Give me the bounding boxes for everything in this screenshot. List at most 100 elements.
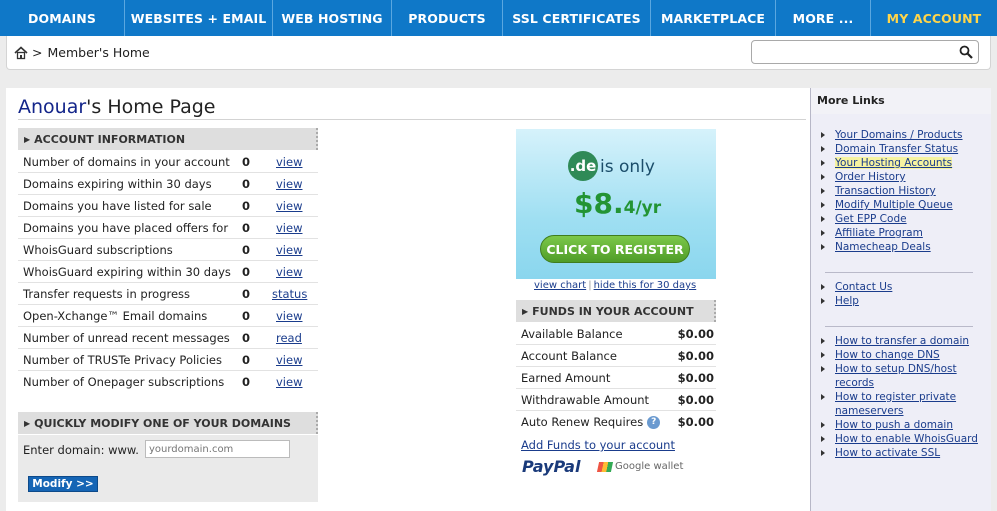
- table-row: Domains expiring within 30 days 0 view: [18, 173, 318, 195]
- fund-amount: $0.00: [677, 327, 714, 341]
- row-action-link[interactable]: view: [276, 199, 302, 213]
- nav-more[interactable]: MORE ...: [776, 0, 871, 36]
- account-info-header: ▶ ACCOUNT INFORMATION: [18, 128, 318, 150]
- fund-label: Auto Renew Requires?: [521, 415, 661, 429]
- row-action-link[interactable]: view: [276, 221, 302, 235]
- row-label: Transfer requests in progress: [23, 286, 191, 301]
- bullet-icon: [821, 160, 825, 166]
- help-icon[interactable]: ?: [647, 416, 661, 429]
- modify-button[interactable]: Modify >>: [28, 476, 98, 492]
- row-action-link[interactable]: view: [276, 309, 302, 323]
- row-action-link[interactable]: view: [276, 353, 302, 367]
- table-row: Auto Renew Requires? $0.00: [516, 411, 716, 433]
- bullet-icon: [821, 244, 825, 250]
- view-chart-link[interactable]: view chart: [534, 280, 586, 291]
- sidebar-link[interactable]: Help: [821, 294, 892, 308]
- search-input[interactable]: [751, 40, 979, 64]
- fund-label-text: Auto Renew Requires: [521, 415, 644, 429]
- bullet-icon: [821, 284, 825, 290]
- sidebar-link[interactable]: How to transfer a domain: [821, 334, 986, 348]
- funds-table: Available Balance $0.00 Account Balance $0…: [516, 323, 716, 433]
- sidebar-link[interactable]: How to push a domain: [821, 418, 986, 432]
- fund-amount: $0.00: [677, 371, 714, 385]
- fund-label: Available Balance: [521, 327, 623, 341]
- google-wallet-icon: [596, 461, 614, 472]
- nav-products[interactable]: PRODUCTS: [392, 0, 503, 36]
- add-funds-link[interactable]: Add Funds to your account: [521, 438, 675, 452]
- fund-label: Earned Amount: [521, 371, 611, 385]
- row-label: WhoisGuard subscriptions: [23, 242, 173, 257]
- more-links-title: More Links: [817, 94, 885, 107]
- sidebar-link[interactable]: Domain Transfer Status: [821, 142, 963, 156]
- row-count: 0: [242, 308, 251, 323]
- table-row: WhoisGuard subscriptions 0 view: [18, 239, 318, 261]
- sidebar-link[interactable]: Contact Us: [821, 280, 892, 294]
- nav-my-account[interactable]: MY ACCOUNT: [871, 0, 997, 36]
- bullet-icon: [821, 298, 825, 304]
- row-action-link[interactable]: view: [276, 177, 302, 191]
- sidebar-link[interactable]: How to setup DNS/host records: [821, 362, 986, 390]
- sidebar-link[interactable]: Modify Multiple Queue: [821, 198, 963, 212]
- table-row: Number of domains in your account 0 view: [18, 151, 318, 173]
- fund-amount: $0.00: [677, 393, 714, 407]
- more-links-sidebar: More Links Your Domains / Products Domai…: [810, 88, 991, 511]
- row-count: 0: [242, 198, 251, 213]
- sidebar-link[interactable]: Order History: [821, 170, 963, 184]
- row-label: Domains you have placed offers for: [23, 220, 229, 235]
- table-row: Number of TRUSTe Privacy Policies 0 view: [18, 349, 318, 371]
- triangle-right-icon: ▶: [522, 306, 529, 316]
- sidebar-link[interactable]: Namecheap Deals: [821, 240, 963, 254]
- nav-domains[interactable]: DOMAINS: [0, 0, 125, 36]
- promo-price: $8.4/yr: [574, 187, 661, 220]
- sidebar-link[interactable]: How to activate SSL: [821, 446, 986, 460]
- row-action-link[interactable]: view: [276, 243, 302, 257]
- sidebar-link[interactable]: How to enable WhoisGuard: [821, 432, 986, 446]
- nav-ssl-certificates[interactable]: SSL CERTIFICATES: [503, 0, 651, 36]
- sidebar-link[interactable]: Affiliate Program: [821, 226, 963, 240]
- enter-domain-label: Enter domain: www.: [23, 443, 139, 457]
- row-action-link[interactable]: view: [276, 155, 302, 169]
- search-icon[interactable]: [959, 45, 973, 59]
- row-count: 0: [242, 154, 251, 169]
- sidebar-link[interactable]: How to change DNS: [821, 348, 986, 362]
- nav-web-hosting[interactable]: WEB HOSTING: [273, 0, 392, 36]
- nav-websites-email[interactable]: WEBSITES + EMAIL: [125, 0, 273, 36]
- table-row: Number of unread recent messages 0 read: [18, 327, 318, 349]
- table-row: Domains you have listed for sale 0 view: [18, 195, 318, 217]
- sidebar-link[interactable]: How to register private nameservers: [821, 390, 986, 418]
- sidebar-link[interactable]: Get EPP Code: [821, 212, 963, 226]
- bullet-icon: [821, 146, 825, 152]
- username: Anouar: [18, 96, 87, 118]
- click-to-register-button[interactable]: CLICK TO REGISTER: [540, 235, 690, 263]
- row-action-link[interactable]: status: [272, 287, 307, 301]
- fund-label: Account Balance: [521, 349, 617, 363]
- promo-links: view chart | hide this for 30 days: [534, 280, 696, 291]
- domain-input[interactable]: [145, 440, 290, 458]
- nav-marketplace[interactable]: MARKETPLACE: [651, 0, 776, 36]
- bullet-icon: [821, 174, 825, 180]
- row-action-link[interactable]: view: [276, 375, 302, 389]
- promo-banner[interactable]: .de is only $8.4/yr CLICK TO REGISTER: [516, 129, 716, 279]
- row-label: WhoisGuard expiring within 30 days: [23, 264, 231, 279]
- row-action-link[interactable]: read: [276, 331, 302, 345]
- fund-amount: $0.00: [677, 349, 714, 363]
- more-links-group-3: How to transfer a domain How to change D…: [821, 334, 986, 460]
- promo-is-only: is only: [600, 157, 655, 177]
- hide-promo-link[interactable]: hide this for 30 days: [594, 280, 697, 291]
- sidebar-link-highlighted[interactable]: Your Hosting Accounts: [821, 156, 963, 170]
- row-action-link[interactable]: view: [276, 265, 302, 279]
- bullet-icon: [821, 394, 825, 400]
- row-count: 0: [242, 375, 251, 389]
- link-separator: |: [588, 280, 592, 291]
- sidebar-link[interactable]: Your Domains / Products: [821, 128, 963, 142]
- account-info-table: Number of domains in your account 0 view D…: [18, 151, 318, 393]
- quick-modify-header: ▶ QUICKLY MODIFY ONE OF YOUR DOMAINS: [18, 412, 318, 434]
- sidebar-divider: [825, 326, 973, 327]
- google-wallet-logo: Google wallet: [596, 461, 683, 472]
- sidebar-link[interactable]: Transaction History: [821, 184, 963, 198]
- home-icon[interactable]: [14, 45, 28, 60]
- table-row: Withdrawable Amount $0.00: [516, 389, 716, 411]
- bullet-icon: [821, 338, 825, 344]
- row-count: 0: [242, 286, 251, 301]
- bullet-icon: [821, 230, 825, 236]
